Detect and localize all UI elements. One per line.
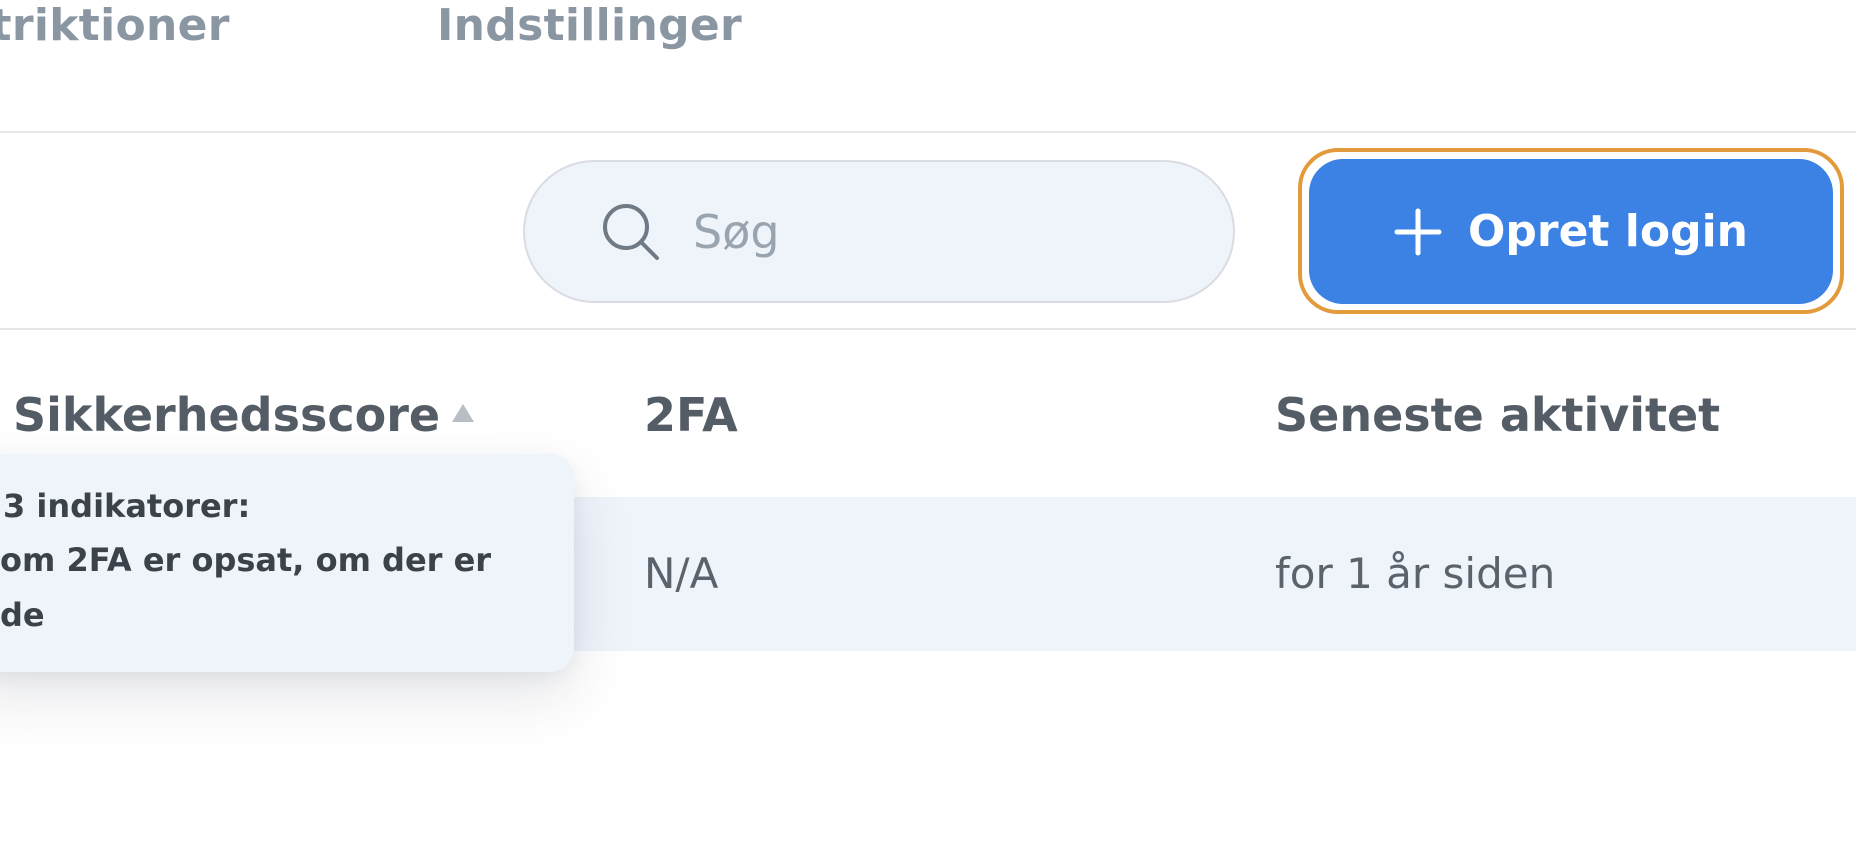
search-box[interactable] [523,160,1235,303]
search-icon [603,204,659,260]
cell-2fa: N/A [644,549,719,598]
sort-ascending-icon[interactable] [452,404,474,422]
plus-icon [1394,208,1442,255]
tab-settings[interactable]: Indstillinger [437,0,742,52]
create-login-label: Opret login [1467,206,1748,257]
page: striktioner Indstillinger Opret login Si… [0,0,1856,868]
tab-restrictions[interactable]: striktioner [0,0,230,52]
column-header-latest-activity[interactable]: Seneste aktivitet [1275,385,1720,445]
divider [0,328,1856,330]
tooltip-line: om 2FA er opsat, om der er [0,541,492,579]
cell-latest-activity: for 1 år siden [1275,549,1556,598]
tooltip-line: ode [0,596,45,634]
column-header-security-score[interactable]: Sikkerhedsscore [13,385,440,445]
divider [0,131,1856,133]
search-input[interactable] [693,192,1193,272]
security-score-tooltip: 3 indikatorer: om 2FA er opsat, om der e… [0,454,574,672]
column-header-2fa[interactable]: 2FA [644,385,738,445]
tooltip-line: 3 indikatorer: [3,487,251,525]
create-login-button[interactable]: Opret login [1309,159,1833,304]
